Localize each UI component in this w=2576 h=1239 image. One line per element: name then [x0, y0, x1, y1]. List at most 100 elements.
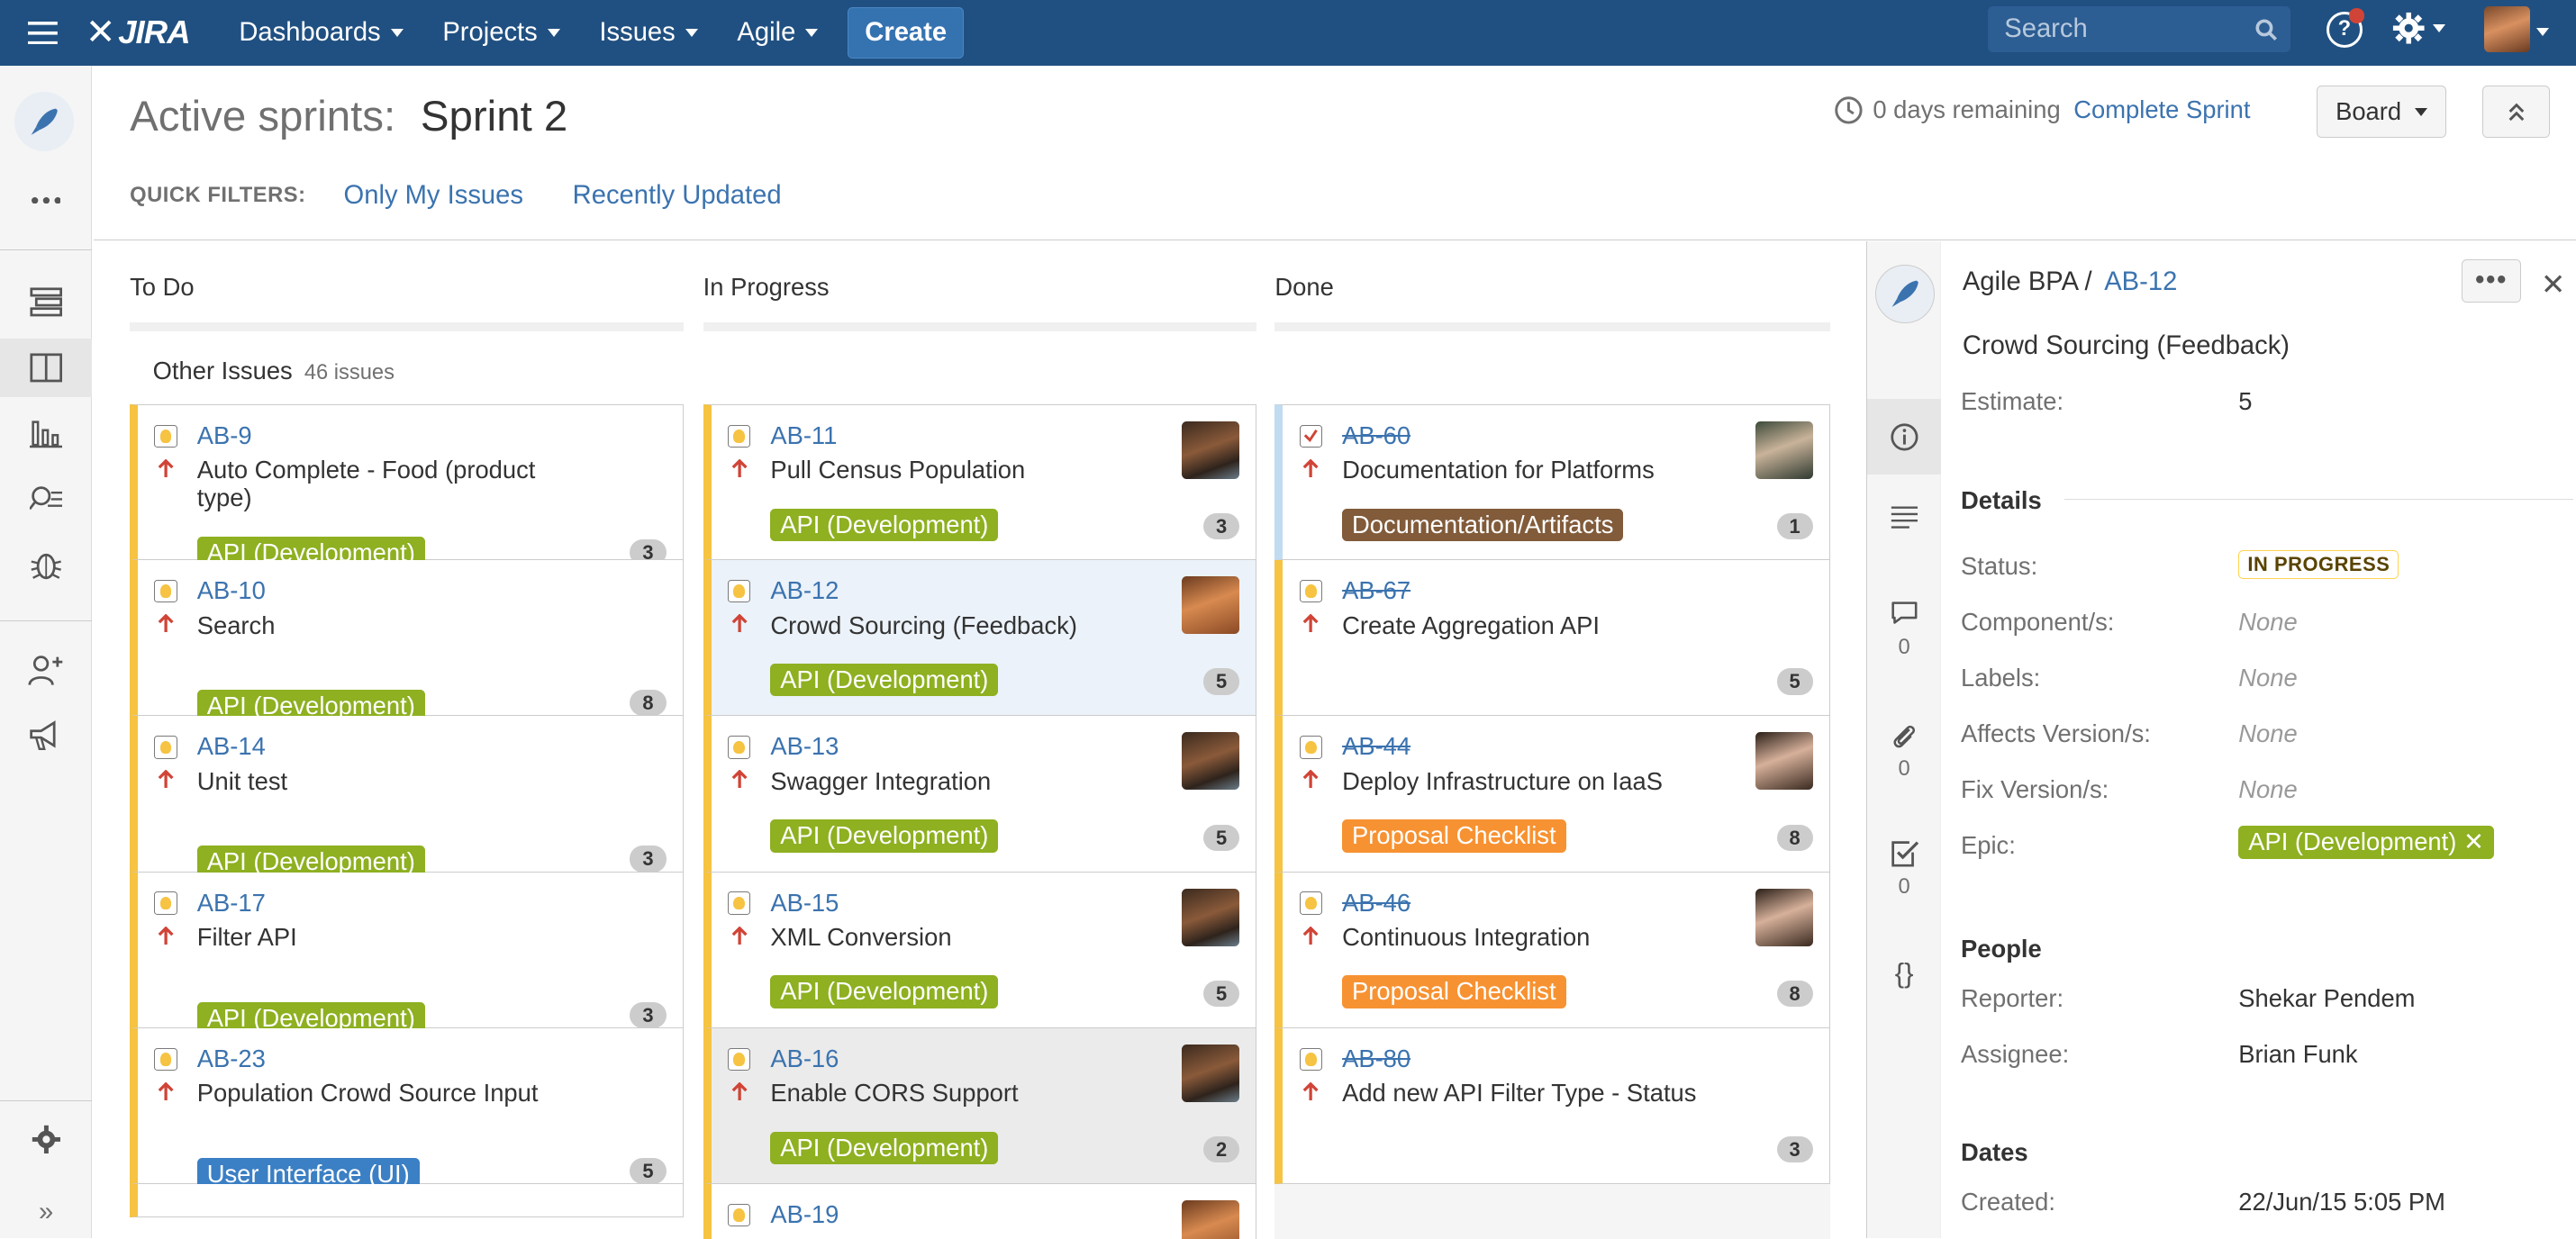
issue-key[interactable]: AB-13: [770, 732, 839, 761]
issue-card[interactable]: AB-17 Filter API API (Development) 3: [130, 872, 684, 1036]
issues-search-icon[interactable]: [0, 470, 92, 529]
reporter-value[interactable]: Shekar Pendem: [2238, 984, 2415, 1013]
column-todo: AB-9 Auto Complete - Food (product type)…: [130, 403, 684, 1217]
issue-key[interactable]: AB-60: [1342, 421, 1410, 450]
issue-key[interactable]: AB-19: [770, 1200, 839, 1229]
issue-card[interactable]: AB-67 Create Aggregation API 5: [1274, 559, 1830, 717]
issue-card[interactable]: AB-9 Auto Complete - Food (product type)…: [130, 403, 684, 570]
add-user-icon[interactable]: [0, 640, 92, 700]
issue-key[interactable]: AB-80: [1342, 1045, 1410, 1073]
active-sprints-icon[interactable]: [0, 338, 93, 398]
user-avatar[interactable]: [2483, 6, 2530, 53]
complete-sprint-link[interactable]: Complete Sprint: [2073, 95, 2250, 124]
issue-key[interactable]: AB-44: [1342, 732, 1410, 761]
issue-card[interactable]: AB-16 Enable CORS Support API (Developme…: [703, 1027, 1257, 1185]
epic-lozenge[interactable]: API (Development) ✕: [2238, 826, 2494, 859]
issue-key[interactable]: AB-17: [197, 889, 266, 918]
issue-key[interactable]: AB-67: [1342, 576, 1410, 605]
close-icon[interactable]: ✕: [2541, 267, 2566, 302]
checkbox-icon: [1891, 841, 1918, 867]
megaphone-icon[interactable]: [0, 706, 92, 765]
bug-icon[interactable]: [0, 536, 92, 595]
create-button[interactable]: Create: [848, 7, 965, 59]
affects-version-value[interactable]: None: [2238, 719, 2297, 748]
nav-projects[interactable]: Projects: [422, 0, 579, 66]
issue-key[interactable]: AB-16: [770, 1045, 839, 1073]
settings-menu[interactable]: [2392, 12, 2446, 44]
jira-logo[interactable]: ✕ JIRA: [86, 12, 191, 53]
issue-card[interactable]: AB-11 Pull Census Population API (Develo…: [703, 403, 1257, 560]
assignee-avatar[interactable]: [1182, 576, 1240, 635]
issue-key[interactable]: AB-23: [197, 1045, 266, 1073]
components-value[interactable]: None: [2238, 608, 2297, 637]
more-actions-button[interactable]: •••: [2462, 259, 2521, 303]
issue-card[interactable]: AB-15 XML Conversion API (Development) 5: [703, 872, 1257, 1028]
issue-card[interactable]: AB-46 Continuous Integration Proposal Ch…: [1274, 872, 1830, 1028]
issue-key[interactable]: AB-12: [770, 576, 839, 605]
fix-version-value[interactable]: None: [2238, 775, 2297, 804]
menu-icon[interactable]: [0, 0, 86, 66]
assignee-avatar[interactable]: [1182, 1045, 1240, 1102]
expand-sidebar-icon[interactable]: »: [0, 1182, 92, 1239]
priority-high-icon: [1302, 1081, 1319, 1101]
issue-key[interactable]: AB-14: [197, 732, 266, 761]
issue-card[interactable]: AB-44 Deploy Infrastructure on IaaS Prop…: [1274, 716, 1830, 873]
estimate-badge: 8: [1776, 824, 1813, 851]
issue-key[interactable]: AB-46: [1342, 889, 1410, 918]
settings-gear-icon[interactable]: [0, 1110, 92, 1170]
assignee-avatar[interactable]: [1182, 732, 1240, 791]
assignee-avatar[interactable]: [1755, 888, 1813, 946]
board-dropdown-button[interactable]: Board: [2316, 85, 2446, 139]
remove-epic-icon[interactable]: ✕: [2463, 828, 2484, 855]
backlog-icon[interactable]: [0, 273, 92, 332]
issue-card[interactable]: AB-80 Add new API Filter Type - Status 3: [1274, 1027, 1830, 1185]
project-name[interactable]: Agile BPA: [1963, 267, 2078, 296]
estimate-value[interactable]: 5: [2238, 387, 2252, 416]
issue-title[interactable]: Crowd Sourcing (Feedback): [1963, 331, 2290, 361]
nav-dashboards[interactable]: Dashboards: [219, 0, 422, 66]
filter-only-my-issues[interactable]: Only My Issues: [344, 181, 523, 211]
assignee-avatar[interactable]: [1182, 1200, 1240, 1239]
nav-agile[interactable]: Agile: [718, 0, 839, 66]
issue-summary: Continuous Integration: [1342, 923, 1591, 952]
issue-key[interactable]: AB-15: [770, 889, 839, 918]
project-avatar[interactable]: [1875, 264, 1935, 324]
issue-summary: Population Crowd Source Input: [196, 1079, 539, 1108]
issue-card[interactable]: AB-10 Search API (Development) 8: [130, 559, 684, 723]
issue-summary: Auto Complete - Food (product type): [196, 456, 536, 512]
issue-key[interactable]: AB-11: [770, 421, 837, 450]
issue-summary: Add new API Filter Type - Status: [1342, 1079, 1697, 1108]
assignee-avatar[interactable]: [1182, 421, 1240, 479]
people-heading: People: [1961, 934, 2042, 963]
tab-comments[interactable]: 0: [1867, 600, 1941, 660]
issue-key[interactable]: AB-10: [197, 576, 266, 605]
more-icon[interactable]: [0, 171, 92, 231]
issue-card[interactable]: AB-13 Swagger Integration API (Developme…: [703, 716, 1257, 873]
labels-value[interactable]: None: [2238, 664, 2297, 692]
issue-card[interactable]: AB-19: [703, 1184, 1257, 1239]
assignee-avatar[interactable]: [1755, 732, 1813, 791]
tab-description[interactable]: [1867, 504, 1941, 530]
project-avatar[interactable]: [14, 92, 75, 151]
nav-issues[interactable]: Issues: [580, 0, 718, 66]
swimlane-header[interactable]: Other Issues 46 issues: [153, 357, 395, 385]
search-input[interactable]: Search: [1988, 6, 2290, 53]
issue-card[interactable]: AB-60 Documentation for Platforms Docume…: [1274, 403, 1830, 560]
curly-braces-icon[interactable]: {}: [1867, 957, 1941, 990]
issue-card[interactable]: AB-23 Population Crowd Source Input User…: [130, 1027, 684, 1191]
issue-card[interactable]: AB-14 Unit test API (Development) 3: [130, 716, 684, 879]
assignee-avatar[interactable]: [1755, 421, 1813, 479]
tab-subtasks[interactable]: 0: [1867, 839, 1941, 900]
issue-card-selected[interactable]: AB-12 Crowd Sourcing (Feedback) API (Dev…: [703, 559, 1257, 717]
issue-key[interactable]: AB-9: [197, 421, 252, 450]
tab-details[interactable]: [1867, 399, 1942, 475]
issue-summary: Search: [196, 610, 276, 639]
tab-attachments[interactable]: 0: [1867, 721, 1941, 782]
assignee-avatar[interactable]: [1182, 888, 1240, 946]
issue-key-link[interactable]: AB-12: [2104, 267, 2177, 296]
reports-icon[interactable]: [0, 404, 92, 464]
assignee-value[interactable]: Brian Funk: [2238, 1040, 2357, 1069]
issue-card-partial[interactable]: [130, 1184, 684, 1217]
collapse-header-button[interactable]: [2482, 85, 2550, 139]
filter-recently-updated[interactable]: Recently Updated: [573, 181, 782, 211]
